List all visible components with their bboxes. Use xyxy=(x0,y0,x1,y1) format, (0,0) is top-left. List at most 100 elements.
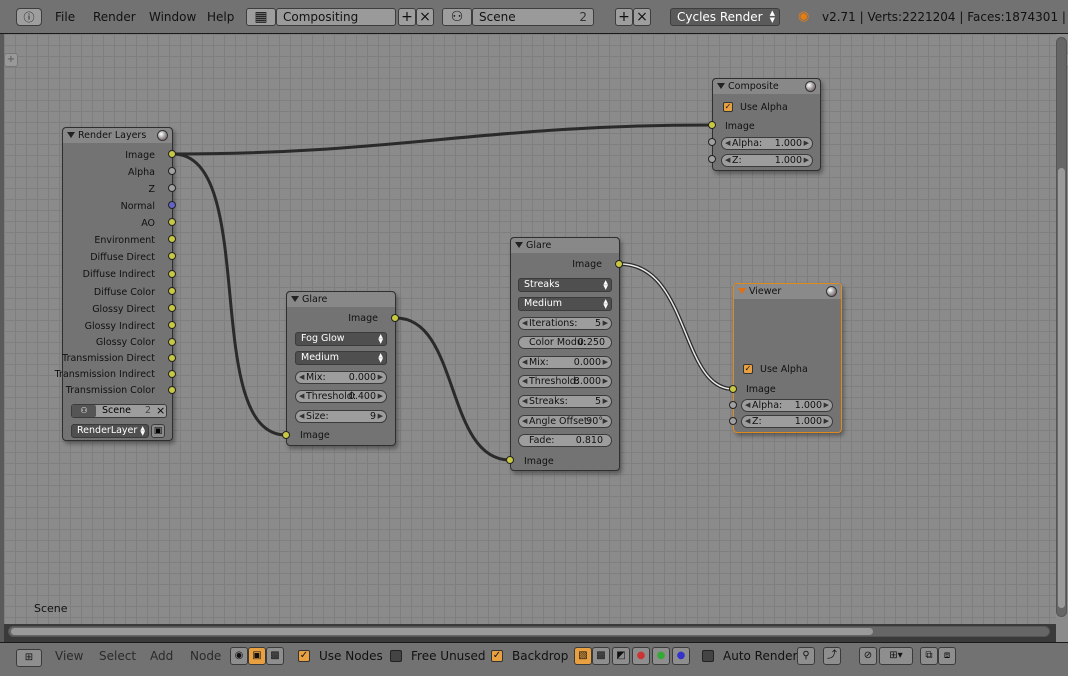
vertical-scrollbar[interactable] xyxy=(1056,37,1067,617)
socket-diffuse-color-out[interactable] xyxy=(168,287,176,295)
socket-z-in[interactable] xyxy=(729,417,737,425)
left-arrow-icon[interactable]: ◀ xyxy=(745,400,750,411)
socket-glossy-indirect-out[interactable] xyxy=(168,321,176,329)
screen-layout-browse-button[interactable]: ▦ xyxy=(246,8,276,26)
menu-add[interactable]: Add xyxy=(150,649,173,663)
color-modulation-field[interactable]: Color Modu: 0.250 xyxy=(518,336,612,349)
pin-icon[interactable]: ⚲ xyxy=(797,647,815,665)
menu-render[interactable]: Render xyxy=(93,10,136,24)
socket-alpha-out[interactable] xyxy=(168,167,176,175)
horizontal-scrollbar-thumb[interactable] xyxy=(11,628,873,635)
alpha-field[interactable]: ◀ Alpha: 1.000 ▶ xyxy=(721,137,813,150)
socket-image-out[interactable] xyxy=(391,314,399,322)
mix-field[interactable]: ◀ Mix: 0.000 ▶ xyxy=(518,356,612,369)
node-header[interactable]: Glare xyxy=(511,238,619,253)
right-arrow-icon[interactable]: ▶ xyxy=(603,357,608,368)
left-arrow-icon[interactable]: ◀ xyxy=(745,416,750,427)
snap-icon[interactable]: ⊘ xyxy=(859,647,877,665)
add-scene-button[interactable]: + xyxy=(615,8,633,26)
socket-alpha-in[interactable] xyxy=(729,401,737,409)
red-channel-icon[interactable]: ● xyxy=(632,647,650,665)
mix-field[interactable]: ◀ Mix: 0.000 ▶ xyxy=(295,371,387,384)
streaks-field[interactable]: ◀ Streaks: 5 ▶ xyxy=(518,395,612,408)
node-header[interactable]: Glare xyxy=(287,292,395,307)
add-screen-button[interactable]: + xyxy=(398,8,416,26)
backdrop-checkbox[interactable]: ✓ xyxy=(491,650,503,662)
close-icon[interactable]: × xyxy=(156,404,165,417)
compositing-nodes-icon[interactable]: ▣ xyxy=(248,647,266,665)
socket-z-out[interactable] xyxy=(168,184,176,192)
delete-scene-button[interactable]: × xyxy=(633,8,651,26)
left-arrow-icon[interactable]: ◀ xyxy=(299,372,304,383)
blue-channel-icon[interactable]: ● xyxy=(672,647,690,665)
threshold-field[interactable]: ◀ Threshold: 8.000 ▶ xyxy=(518,375,612,388)
right-arrow-icon[interactable]: ▶ xyxy=(824,400,829,411)
socket-image-in[interactable] xyxy=(708,121,716,129)
socket-diffuse-indirect-out[interactable] xyxy=(168,270,176,278)
menu-view[interactable]: View xyxy=(55,649,83,663)
render-layer-dropdown[interactable]: RenderLayer ▲ ▼ xyxy=(71,424,149,438)
z-field[interactable]: ◀ Z: 1.000 ▶ xyxy=(721,154,813,167)
left-arrow-icon[interactable]: ◀ xyxy=(299,411,304,422)
shader-nodes-icon[interactable]: ◉ xyxy=(230,647,248,665)
socket-image-out[interactable] xyxy=(168,150,176,158)
socket-normal-out[interactable] xyxy=(168,201,176,209)
use-alpha-checkbox[interactable]: ✓ xyxy=(743,364,753,374)
collapse-triangle-icon[interactable] xyxy=(67,132,75,138)
copy-nodes-icon[interactable]: ⧉ xyxy=(920,647,938,665)
green-channel-icon[interactable]: ● xyxy=(652,647,670,665)
preview-sphere-icon[interactable] xyxy=(826,286,837,297)
socket-transmission-direct-out[interactable] xyxy=(168,354,176,362)
collapse-triangle-icon[interactable] xyxy=(717,83,725,89)
glare-type-dropdown[interactable]: Fog Glow ▲ ▼ xyxy=(295,332,387,346)
use-alpha-checkbox[interactable]: ✓ xyxy=(723,102,733,112)
socket-image-in[interactable] xyxy=(506,456,514,464)
collapse-triangle-icon[interactable] xyxy=(291,296,299,302)
node-header[interactable]: Viewer xyxy=(734,284,841,299)
left-arrow-icon[interactable]: ◀ xyxy=(725,138,730,149)
node-header[interactable]: Render Layers xyxy=(63,128,172,143)
socket-transmission-color-out[interactable] xyxy=(168,386,176,394)
left-arrow-icon[interactable]: ◀ xyxy=(725,155,730,166)
toolshelf-toggle-icon[interactable]: + xyxy=(4,53,18,67)
threshold-field[interactable]: ◀ Threshold: 0.400 ▶ xyxy=(295,390,387,403)
left-arrow-icon[interactable]: ◀ xyxy=(522,376,527,387)
socket-transmission-indirect-out[interactable] xyxy=(168,370,176,378)
vertical-scrollbar-thumb[interactable] xyxy=(1058,168,1065,608)
preview-sphere-icon[interactable] xyxy=(157,130,168,141)
iterations-field[interactable]: ◀ Iterations: 5 ▶ xyxy=(518,317,612,330)
socket-glossy-color-out[interactable] xyxy=(168,338,176,346)
menu-select[interactable]: Select xyxy=(99,649,136,663)
size-field[interactable]: ◀ Size: 9 ▶ xyxy=(295,410,387,423)
socket-ao-out[interactable] xyxy=(168,218,176,226)
left-arrow-icon[interactable]: ◀ xyxy=(522,357,527,368)
socket-environment-out[interactable] xyxy=(168,235,176,243)
color-icon[interactable]: ◩ xyxy=(612,647,630,665)
fade-field[interactable]: Fade: 0.810 xyxy=(518,434,612,447)
right-arrow-icon[interactable]: ▶ xyxy=(378,372,383,383)
right-arrow-icon[interactable]: ▶ xyxy=(378,391,383,402)
preview-sphere-icon[interactable] xyxy=(805,81,816,92)
right-arrow-icon[interactable]: ▶ xyxy=(804,155,809,166)
screen-layout-field[interactable]: Compositing xyxy=(276,8,396,26)
texture-nodes-icon[interactable]: ▩ xyxy=(266,647,284,665)
scene-icon[interactable]: ⚇ xyxy=(72,405,96,417)
rl-scene-selector[interactable]: ⚇ Scene 2 × xyxy=(71,404,167,418)
alpha-field[interactable]: ◀ Alpha: 1.000 ▶ xyxy=(741,399,833,412)
right-arrow-icon[interactable]: ▶ xyxy=(824,416,829,427)
socket-image-out[interactable] xyxy=(615,260,623,268)
left-arrow-icon[interactable]: ◀ xyxy=(522,416,527,427)
right-arrow-icon[interactable]: ▶ xyxy=(378,411,383,422)
z-field[interactable]: ◀ Z: 1.000 ▶ xyxy=(741,415,833,428)
snap-element-dropdown[interactable]: ⊞▾ xyxy=(879,647,913,665)
render-button-icon[interactable]: ▣ xyxy=(151,424,165,438)
right-arrow-icon[interactable]: ▶ xyxy=(603,318,608,329)
delete-screen-button[interactable]: × xyxy=(416,8,434,26)
color-alpha-icon[interactable]: ▧ xyxy=(574,647,592,665)
quality-dropdown[interactable]: Medium ▲ ▼ xyxy=(518,297,612,311)
angle-offset-field[interactable]: ◀ Angle Offset: 90° ▶ xyxy=(518,415,612,428)
menu-node[interactable]: Node xyxy=(190,649,221,663)
menu-help[interactable]: Help xyxy=(207,10,234,24)
socket-image-in[interactable] xyxy=(282,431,290,439)
socket-diffuse-direct-out[interactable] xyxy=(168,252,176,260)
